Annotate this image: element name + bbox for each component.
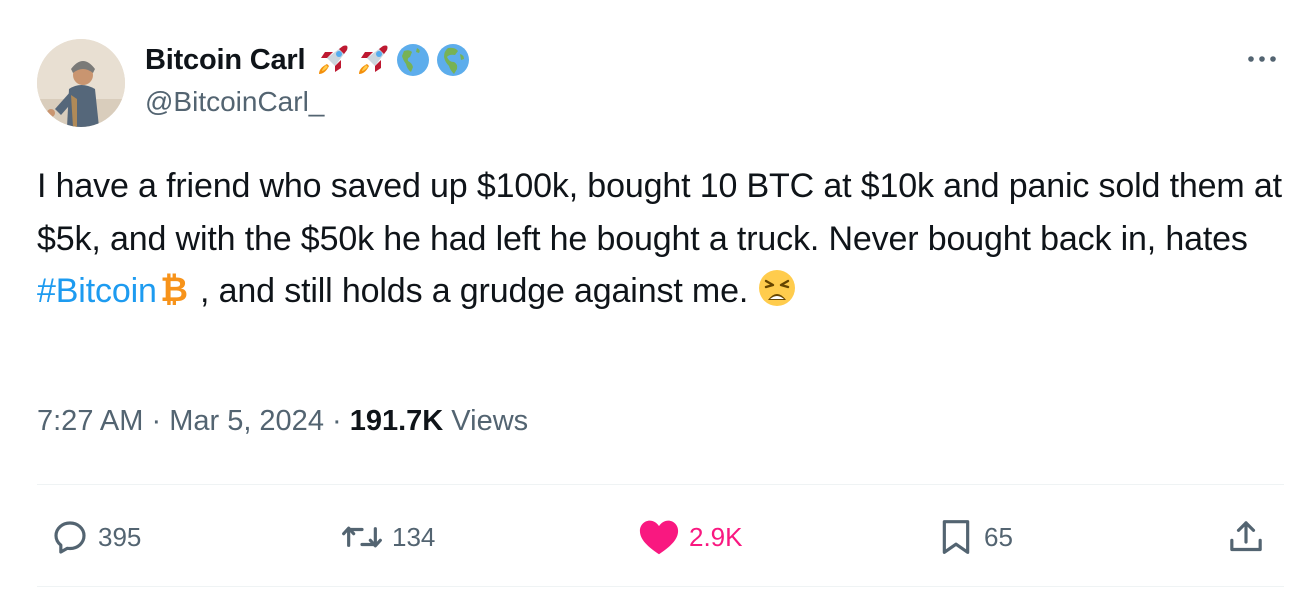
like-button[interactable]: 2.9K xyxy=(637,515,743,559)
bookmark-button[interactable]: 65 xyxy=(936,515,1013,559)
tweet-text-part2: , and still holds a grudge against me. xyxy=(190,272,758,310)
tweet-date[interactable]: Mar 5, 2024 xyxy=(169,405,324,437)
more-options-button[interactable] xyxy=(1240,44,1284,74)
rocket-emoji-icon xyxy=(315,42,351,78)
author-handle[interactable]: @BitcoinCarl_ xyxy=(145,86,324,118)
author-name-row: Bitcoin Carl xyxy=(145,40,471,80)
bookmark-icon xyxy=(942,520,970,554)
tweet-card: Bitcoin Carl @BitcoinCarl_ I have a frie… xyxy=(0,0,1314,590)
views-label: Views xyxy=(443,405,529,437)
hashtag-bitcoin-link[interactable]: #Bitcoin xyxy=(37,272,157,310)
meta-separator: · xyxy=(143,405,170,437)
divider xyxy=(37,484,1284,485)
share-icon xyxy=(1230,521,1262,552)
meta-separator: · xyxy=(323,405,350,437)
author-display-name[interactable]: Bitcoin Carl xyxy=(145,44,306,77)
author-name-emojis xyxy=(315,42,471,78)
globe-europe-africa-emoji-icon xyxy=(435,42,471,78)
tweet-text-part1: I have a friend who saved up $100k, boug… xyxy=(37,167,1282,258)
reply-count: 395 xyxy=(98,521,142,552)
retweet-button[interactable]: 134 xyxy=(340,515,435,559)
retweet-icon xyxy=(342,526,382,548)
heart-icon xyxy=(639,520,679,555)
bookmark-count: 65 xyxy=(984,521,1013,552)
share-button[interactable] xyxy=(1226,515,1266,559)
svg-text:₿: ₿ xyxy=(160,270,188,308)
tweet-text: I have a friend who saved up $100k, boug… xyxy=(37,160,1287,324)
globe-americas-emoji-icon xyxy=(395,42,431,78)
divider xyxy=(37,586,1284,587)
retweet-count: 134 xyxy=(392,521,436,552)
avatar[interactable] xyxy=(37,39,125,127)
views-count: 191.7K xyxy=(349,405,444,437)
reply-icon xyxy=(54,521,86,554)
rocket-emoji-icon xyxy=(355,42,391,78)
more-dots-icon xyxy=(1248,56,1276,62)
tweet-time[interactable]: 7:27 AM xyxy=(37,405,143,437)
bitcoin-emoji-icon: ₿ xyxy=(157,270,191,324)
reply-button[interactable]: 395 xyxy=(50,515,141,559)
like-count: 2.9K xyxy=(689,521,743,552)
tweet-meta: 7:27 AM · Mar 5, 2024 · 191.7K Views xyxy=(37,405,528,438)
weary-face-emoji-icon xyxy=(757,268,797,324)
